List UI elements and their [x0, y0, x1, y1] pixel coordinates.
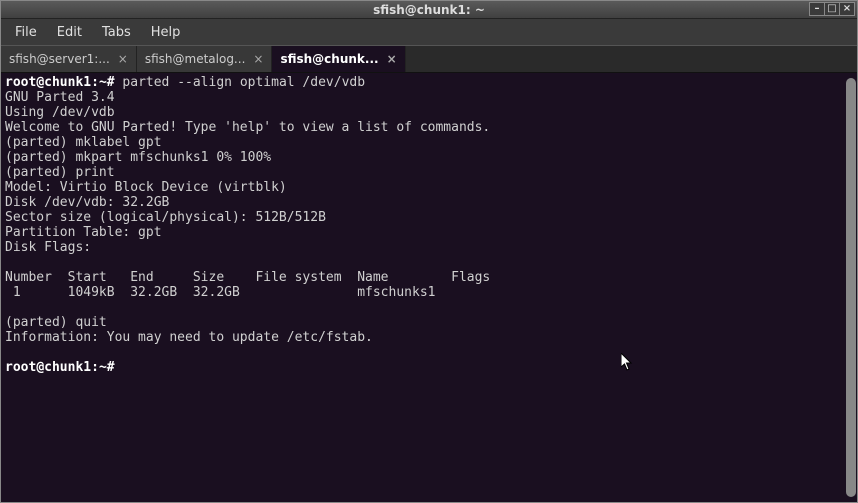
- maximize-button[interactable]: □: [824, 2, 840, 16]
- menu-file[interactable]: File: [7, 23, 45, 42]
- output-line: Using /dev/vdb: [5, 105, 115, 120]
- prompt-path: ~: [99, 360, 107, 375]
- output-line: 1 1049kB 32.2GB 32.2GB mfschunks1: [5, 285, 435, 300]
- minimize-icon: –: [815, 4, 820, 14]
- tab-label: sfish@server1:...: [9, 52, 110, 66]
- close-icon: ×: [843, 4, 851, 14]
- menu-help[interactable]: Help: [143, 23, 189, 42]
- maximize-icon: □: [827, 4, 836, 14]
- scrollbar[interactable]: [846, 78, 856, 497]
- output-line: Model: Virtio Block Device (virtblk): [5, 180, 287, 195]
- window-controls: – □ ×: [810, 2, 855, 16]
- menu-tabs[interactable]: Tabs: [94, 23, 139, 42]
- output-line: Partition Table: gpt: [5, 225, 162, 240]
- minimize-button[interactable]: –: [809, 2, 825, 16]
- prompt-hash: #: [107, 360, 115, 375]
- output-line: (parted) mklabel gpt: [5, 135, 162, 150]
- output-line: Disk /dev/vdb: 32.2GB: [5, 195, 169, 210]
- cmd-text: [115, 360, 123, 375]
- prompt-sep: @: [36, 75, 44, 90]
- output-line: (parted) quit: [5, 315, 107, 330]
- scrollbar-thumb[interactable]: [846, 78, 856, 497]
- close-button[interactable]: ×: [839, 2, 855, 16]
- tabbar: sfish@server1:... × sfish@metalog... × s…: [1, 45, 857, 73]
- output-line: Information: You may need to update /etc…: [5, 330, 373, 345]
- output-line: Welcome to GNU Parted! Type 'help' to vi…: [5, 120, 490, 135]
- prompt-hash: #: [107, 75, 115, 90]
- prompt-sep: @: [36, 360, 44, 375]
- prompt-path: ~: [99, 75, 107, 90]
- menubar: File Edit Tabs Help: [1, 19, 857, 45]
- tab-3[interactable]: sfish@chunk... ×: [272, 46, 405, 72]
- prompt-sep: :: [91, 75, 99, 90]
- cmd-text: parted --align optimal /dev/vdb: [115, 75, 365, 90]
- terminal-area[interactable]: root@chunk1:~# parted --align optimal /d…: [1, 73, 857, 502]
- menu-edit[interactable]: Edit: [49, 23, 90, 42]
- output-line: (parted) print: [5, 165, 115, 180]
- output-line: GNU Parted 3.4: [5, 90, 115, 105]
- tab-close-icon[interactable]: ×: [387, 53, 397, 65]
- prompt-user: root: [5, 360, 36, 375]
- output-line: Sector size (logical/physical): 512B/512…: [5, 210, 326, 225]
- prompt-host: chunk1: [44, 75, 91, 90]
- tab-1[interactable]: sfish@server1:... ×: [1, 46, 137, 72]
- output-line: Disk Flags:: [5, 240, 91, 255]
- prompt-sep: :: [91, 360, 99, 375]
- tab-label: sfish@metalog...: [145, 52, 246, 66]
- tab-close-icon[interactable]: ×: [253, 53, 263, 65]
- titlebar[interactable]: sfish@chunk1: ~ – □ ×: [1, 1, 857, 19]
- tab-2[interactable]: sfish@metalog... ×: [137, 46, 273, 72]
- terminal-window: sfish@chunk1: ~ – □ × File Edit Tabs Hel…: [0, 0, 858, 503]
- window-title: sfish@chunk1: ~: [373, 3, 485, 17]
- output-line: (parted) mkpart mfschunks1 0% 100%: [5, 150, 271, 165]
- tab-close-icon[interactable]: ×: [118, 53, 128, 65]
- prompt-host: chunk1: [44, 360, 91, 375]
- output-line: Number Start End Size File system Name F…: [5, 270, 490, 285]
- tab-label: sfish@chunk...: [280, 52, 378, 66]
- prompt-user: root: [5, 75, 36, 90]
